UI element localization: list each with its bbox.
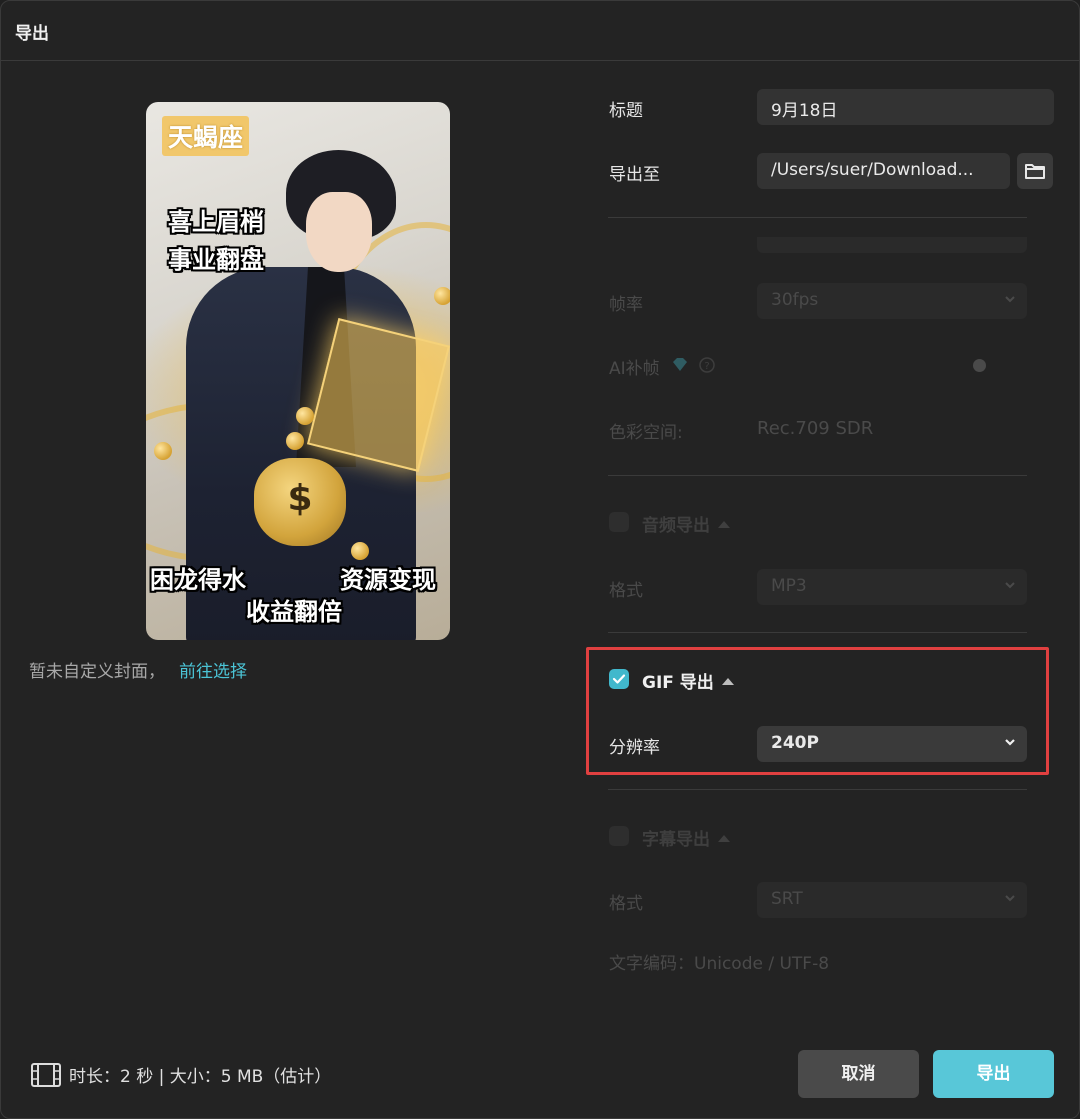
encoding-text: 文字编码：Unicode / UTF-8 <box>609 954 830 974</box>
cover-caption: 资源变现 <box>340 566 436 594</box>
subtitle-export-checkbox[interactable] <box>609 826 629 846</box>
subtitle-export-section[interactable]: 字幕导出 <box>642 825 730 850</box>
framerate-value: 30fps <box>771 290 819 310</box>
subtitle-export-title: 字幕导出 <box>642 830 710 850</box>
money-bag: $ <box>254 458 346 546</box>
dollar-sign: $ <box>287 478 313 519</box>
cover-caption: 收益翻倍 <box>246 598 342 626</box>
collapse-icon <box>718 520 730 528</box>
coin <box>154 442 172 460</box>
cover-caption: 事业翻盘 <box>168 246 264 274</box>
cover-preview[interactable]: $ 天蝎座 喜上眉梢 事业翻盘 困龙得水 资源变现 收益翻倍 <box>146 102 450 640</box>
help-icon: ? <box>699 357 715 373</box>
footer-info: 时长：2 秒 | 大小：5 MB（估计） <box>31 1062 331 1087</box>
subtitle-format-select[interactable]: SRT <box>757 882 1027 918</box>
diamond-icon <box>673 358 687 371</box>
audio-format-label: 格式 <box>609 581 643 601</box>
colorspace-value: Rec.709 SDR <box>757 418 874 439</box>
cancel-button[interactable]: 取消 <box>798 1050 919 1098</box>
audio-export-checkbox[interactable] <box>609 512 629 532</box>
coin <box>296 407 314 425</box>
title-label: 标题 <box>609 101 643 121</box>
choose-cover-link[interactable]: 前往选择 <box>179 662 247 682</box>
chevron-down-icon <box>1005 296 1015 303</box>
divider <box>608 217 1027 218</box>
framerate-select[interactable]: 30fps <box>757 283 1027 319</box>
svg-text:?: ? <box>704 361 709 372</box>
dialog-title: 导出 <box>15 24 49 44</box>
export-button[interactable]: 导出 <box>933 1050 1054 1098</box>
film-icon <box>31 1062 61 1087</box>
collapse-icon <box>718 834 730 842</box>
export-path-field[interactable]: /Users/suer/Download... <box>757 153 1010 189</box>
divider <box>608 789 1027 790</box>
audio-export-section[interactable]: 音频导出 <box>642 511 730 536</box>
audio-export-title: 音频导出 <box>642 516 710 536</box>
export-to-label: 导出至 <box>609 165 660 185</box>
cover-badge: 天蝎座 <box>162 116 250 156</box>
title-input[interactable]: 9月18日 <box>757 89 1054 125</box>
cover-note: 暂未自定义封面， 前往选择 <box>29 657 247 682</box>
framerate-label: 帧率 <box>609 295 643 315</box>
export-dialog: 导出 $ 天蝎座 喜上眉梢 事业翻盘 困龙得水 资源变现 收益翻倍 暂未自定义封… <box>0 0 1080 1119</box>
audio-format-value: MP3 <box>771 576 807 596</box>
divider <box>608 632 1027 633</box>
highlight-box <box>586 647 1049 775</box>
cover-note-text: 暂未自定义封面， <box>29 662 165 682</box>
subtitle-format-label: 格式 <box>609 894 643 914</box>
chevron-down-icon <box>1005 895 1015 902</box>
audio-format-select[interactable]: MP3 <box>757 569 1027 605</box>
chevron-down-icon <box>1005 582 1015 589</box>
title-bar: 导出 <box>1 1 1079 61</box>
ai-frame-toggle[interactable] <box>973 359 986 372</box>
colorspace-label: 色彩空间: <box>609 423 683 443</box>
divider <box>608 475 1027 476</box>
coin <box>286 432 304 450</box>
duration-size-text: 时长：2 秒 | 大小：5 MB（估计） <box>69 1067 332 1087</box>
folder-icon <box>1025 164 1045 179</box>
browse-folder-button[interactable] <box>1017 153 1053 189</box>
ai-frame-label: AI补帧 <box>609 359 660 379</box>
coin <box>434 287 450 305</box>
scrolled-field <box>757 237 1027 253</box>
subtitle-format-value: SRT <box>771 889 803 909</box>
cover-face <box>306 192 372 272</box>
coin <box>351 542 369 560</box>
cover-caption: 困龙得水 <box>150 566 246 594</box>
cover-caption: 喜上眉梢 <box>168 208 264 236</box>
